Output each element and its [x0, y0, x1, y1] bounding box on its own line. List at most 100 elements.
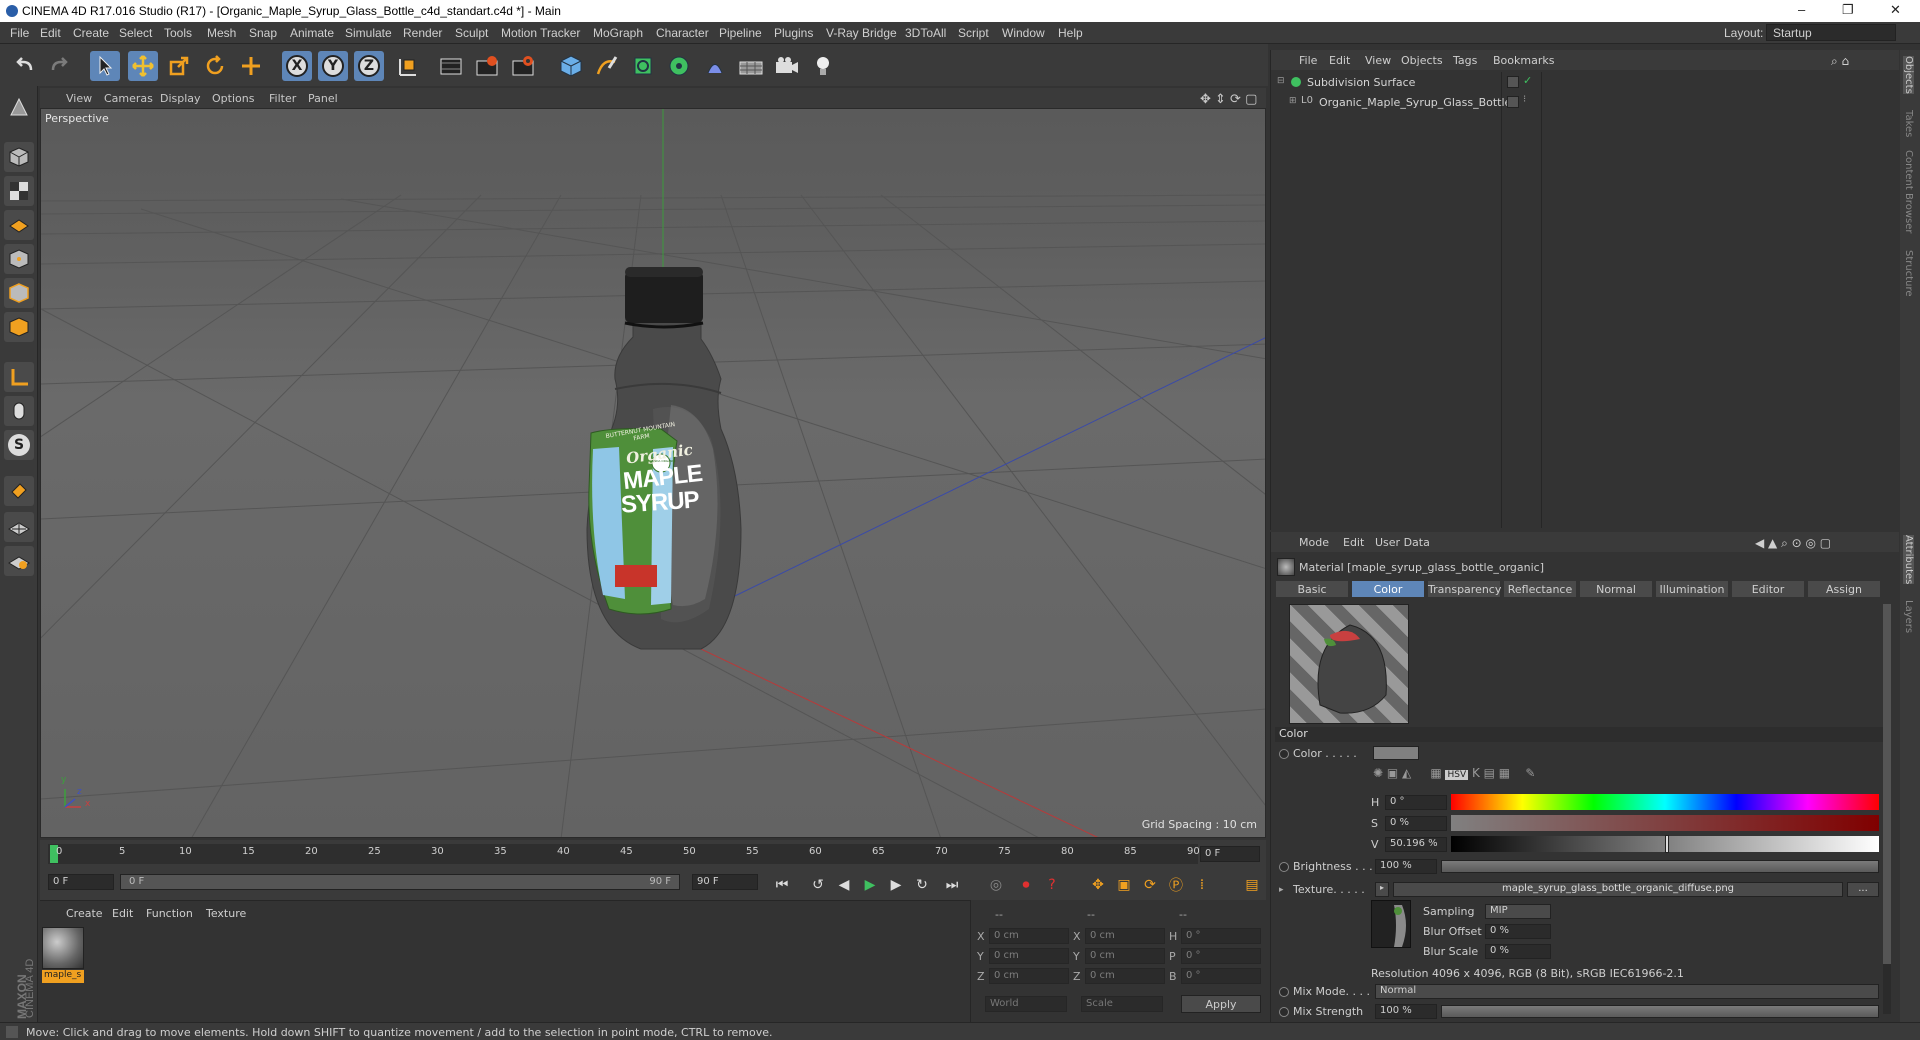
mix-strength-slider[interactable] — [1441, 1005, 1879, 1018]
brightness-animate-radio[interactable] — [1279, 862, 1289, 872]
menu-pipeline[interactable]: Pipeline — [719, 26, 762, 40]
mix-strength-field[interactable]: 100 % — [1375, 1004, 1437, 1019]
start-frame-field[interactable]: 0 F — [48, 874, 114, 890]
layout-dropdown[interactable]: Startup — [1766, 24, 1896, 41]
attribute-scrollbar[interactable] — [1883, 604, 1891, 1014]
object-menu-bookmarks[interactable]: Bookmarks — [1493, 54, 1554, 67]
layer-icon[interactable] — [1507, 96, 1519, 108]
previous-key-icon[interactable]: ↺ — [806, 873, 830, 897]
previous-frame-icon[interactable]: ◀ — [832, 873, 856, 897]
blur-scale-field[interactable]: 0 % — [1485, 944, 1551, 959]
points-mode-icon[interactable] — [4, 244, 34, 274]
light-icon[interactable] — [808, 51, 838, 81]
next-key-icon[interactable]: ↻ — [910, 873, 934, 897]
y-axis-lock-icon[interactable]: Y — [318, 51, 348, 81]
redo-icon[interactable] — [44, 51, 74, 81]
value-slider[interactable] — [1451, 835, 1879, 853]
tab-assign[interactable]: Assign — [1807, 580, 1881, 598]
side-tab-takes[interactable]: Takes — [1903, 110, 1914, 137]
side-tab-structure[interactable]: Structure — [1903, 250, 1914, 297]
viewport-menu-panel[interactable]: Panel — [308, 92, 338, 105]
cube-primitive-icon[interactable] — [556, 51, 586, 81]
attribute-menu-user-data[interactable]: User Data — [1375, 536, 1430, 549]
menu-help[interactable]: Help — [1058, 26, 1083, 40]
texture-mode-icon[interactable] — [4, 176, 34, 206]
color-picker-mode-icons[interactable]: ✺ ▣ ◭ ▦ HSV K ▤ ▦ ✎ — [1373, 766, 1693, 784]
menu-sculpt[interactable]: Sculpt — [455, 26, 488, 40]
pen-spline-icon[interactable] — [592, 51, 622, 81]
object-row-maple-syrup-bottle[interactable]: ⊞ L0 Organic_Maple_Syrup_Glass_Bottle ⁝ — [1271, 94, 1899, 112]
menu-select[interactable]: Select — [119, 26, 152, 40]
undo-icon[interactable] — [10, 51, 40, 81]
collapse-icon[interactable]: ⊟ — [1277, 76, 1285, 86]
menu-window[interactable]: Window — [1002, 26, 1045, 40]
tweak-mode-icon[interactable] — [4, 396, 34, 426]
material-preview[interactable] — [1289, 604, 1409, 724]
size-mode-dropdown[interactable]: Scale — [1081, 996, 1163, 1012]
current-frame-field[interactable]: 0 F — [1200, 846, 1260, 862]
frame-range-slider[interactable]: 0 F 90 F — [120, 874, 680, 890]
play-icon[interactable]: ▶ — [858, 873, 882, 897]
position-z-field[interactable]: 0 cm — [989, 968, 1069, 984]
viewport-menu-options[interactable]: Options — [212, 92, 254, 105]
tab-transparency[interactable]: Transparency — [1427, 580, 1501, 598]
blur-offset-field[interactable]: 0 % — [1485, 924, 1551, 939]
rotation-h-field[interactable]: 0 ° — [1181, 928, 1261, 944]
x-axis-lock-icon[interactable]: X — [282, 51, 312, 81]
side-tab-content-browser[interactable]: Content Browser — [1903, 150, 1914, 233]
viewport-menu-filter[interactable]: Filter — [269, 92, 296, 105]
maximize-button[interactable]: ❐ — [1842, 2, 1854, 18]
tab-basic[interactable]: Basic — [1275, 580, 1349, 598]
object-menu-view[interactable]: View — [1365, 54, 1391, 67]
hue-field[interactable]: 0 ° — [1385, 795, 1447, 810]
floor-icon[interactable] — [736, 51, 766, 81]
coordinate-system-icon[interactable] — [392, 51, 422, 81]
end-frame-field[interactable]: 90 F — [692, 874, 758, 890]
size-x-field[interactable]: 0 cm — [1085, 928, 1165, 944]
key-scale-icon[interactable]: ▣ — [1112, 873, 1136, 897]
tab-reflectance[interactable]: Reflectance — [1503, 580, 1577, 598]
brightness-field[interactable]: 100 % — [1375, 859, 1437, 874]
minimize-button[interactable]: – — [1798, 2, 1805, 17]
object-row-subdivision-surface[interactable]: ⊟ Subdivision Surface ✓ — [1271, 74, 1899, 92]
scale-tool-icon[interactable] — [164, 51, 194, 81]
texture-expand-icon[interactable]: ▸ — [1279, 885, 1284, 895]
attribute-menu-edit[interactable]: Edit — [1343, 536, 1364, 549]
z-axis-lock-icon[interactable]: Z — [354, 51, 384, 81]
coordinate-system-dropdown[interactable]: World — [985, 996, 1067, 1012]
material-menu-function[interactable]: Function — [146, 907, 193, 920]
menu-snap[interactable]: Snap — [249, 26, 277, 40]
object-menu-file[interactable]: File — [1299, 54, 1317, 67]
side-tab-objects[interactable]: Objects — [1903, 56, 1914, 94]
layer-icon[interactable] — [1507, 76, 1519, 88]
texture-file-field[interactable]: maple_syrup_glass_bottle_organic_diffuse… — [1393, 882, 1843, 897]
go-to-end-icon[interactable]: ⏭ — [940, 873, 964, 897]
brightness-slider[interactable] — [1441, 860, 1879, 873]
axis-mode-icon[interactable] — [4, 362, 34, 392]
apply-button[interactable]: Apply — [1181, 995, 1261, 1013]
menu-create[interactable]: Create — [73, 26, 109, 40]
key-pla-icon[interactable]: ⁞ — [1190, 873, 1214, 897]
record-keys-icon[interactable]: ◎ — [984, 873, 1008, 897]
tab-illumination[interactable]: Illumination — [1655, 580, 1729, 598]
expand-icon[interactable]: ⊞ — [1289, 96, 1297, 106]
menu-mograph[interactable]: MoGraph — [593, 26, 643, 40]
live-selection-icon[interactable] — [236, 51, 266, 81]
saturation-slider[interactable] — [1451, 815, 1879, 831]
camera-icon[interactable] — [772, 51, 802, 81]
size-z-field[interactable]: 0 cm — [1085, 968, 1165, 984]
key-parameter-icon[interactable]: Ⓟ — [1164, 873, 1188, 897]
menu-file[interactable]: File — [10, 26, 29, 40]
menu-edit[interactable]: Edit — [40, 26, 61, 40]
material-menu-edit[interactable]: Edit — [112, 907, 133, 920]
menu-render[interactable]: Render — [403, 26, 442, 40]
cloner-icon[interactable] — [664, 51, 694, 81]
rotation-b-field[interactable]: 0 ° — [1181, 968, 1261, 984]
color-animate-radio[interactable] — [1279, 749, 1289, 759]
render-settings-icon[interactable] — [508, 51, 538, 81]
material-menu-texture[interactable]: Texture — [206, 907, 246, 920]
move-tool-icon[interactable] — [128, 51, 158, 81]
viewport-menu-cameras[interactable]: Cameras — [104, 92, 153, 105]
texture-thumbnail[interactable] — [1371, 900, 1411, 948]
rotation-p-field[interactable]: 0 ° — [1181, 948, 1261, 964]
